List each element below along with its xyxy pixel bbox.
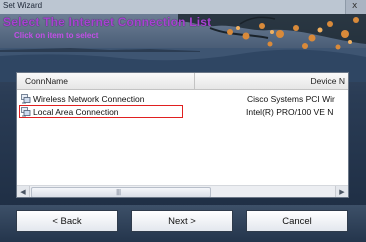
horizontal-scrollbar[interactable]: ◀ |||| ▶	[17, 185, 348, 197]
column-header-connname[interactable]: ConnName	[17, 73, 195, 89]
device-name: Intel(R) PRO/100 VE N	[246, 107, 334, 117]
column-header-device[interactable]: Device N	[196, 73, 348, 89]
scroll-grip: ||||	[116, 189, 121, 196]
close-icon: x	[352, 1, 358, 11]
connection-list[interactable]: ConnName Device N Wireless Network Conne…	[16, 72, 349, 198]
list-item[interactable]: Local Area Connection Intel(R) PRO/100 V…	[17, 105, 348, 118]
wizard-window: Set Wizard x Select The Internet Connect…	[0, 0, 366, 242]
scroll-left-arrow-icon[interactable]: ◀	[17, 186, 30, 197]
scroll-right-arrow-icon[interactable]: ▶	[335, 186, 348, 197]
connection-name: Wireless Network Connection	[33, 94, 145, 104]
connection-name: Local Area Connection	[33, 107, 119, 117]
banner-subtitle: Click on item to select	[14, 31, 99, 40]
network-connection-icon	[21, 94, 31, 104]
back-button[interactable]: < Back	[16, 210, 118, 232]
next-button[interactable]: Next >	[131, 210, 233, 232]
device-name: Cisco Systems PCI Wir	[247, 94, 335, 104]
window-title: Set Wizard	[3, 1, 43, 10]
title-bar[interactable]: Set Wizard x	[0, 0, 366, 15]
cancel-button[interactable]: Cancel	[246, 210, 348, 232]
list-header: ConnName Device N	[17, 73, 348, 90]
list-item[interactable]: Wireless Network Connection Cisco System…	[17, 93, 348, 105]
scrollbar-thumb[interactable]: ||||	[31, 187, 211, 197]
banner-title: Select The Internet Connection List	[3, 15, 212, 29]
close-button[interactable]: x	[345, 0, 366, 14]
network-connection-icon	[21, 107, 31, 117]
